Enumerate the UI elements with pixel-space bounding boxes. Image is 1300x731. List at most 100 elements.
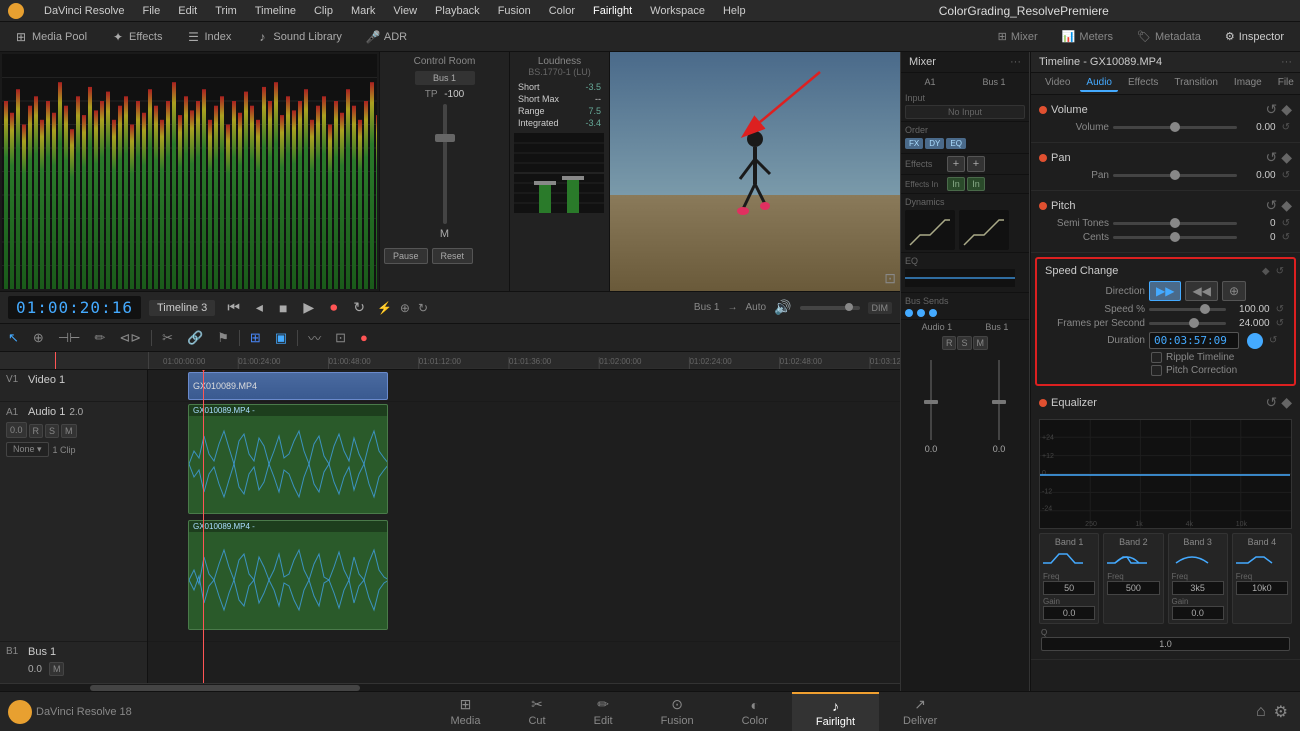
volume-slider-thumb[interactable] — [1170, 122, 1180, 132]
band-4-freq-input[interactable] — [1236, 581, 1288, 595]
timeline-name[interactable]: Timeline 3 — [149, 300, 215, 316]
speed-keyframe-btn[interactable]: ◆ — [1260, 266, 1272, 277]
menu-color[interactable]: Color — [541, 3, 583, 19]
fader-b1-handle[interactable] — [992, 400, 1006, 404]
b1-m-btn[interactable]: M — [49, 662, 65, 676]
tool-ripple[interactable]: ⊲⊳ — [115, 328, 145, 348]
transport-extra-1[interactable]: ⚡ — [377, 301, 392, 315]
fx-badge-fx[interactable]: FX — [905, 138, 923, 149]
nav-metadata[interactable]: 🏷 Metadata — [1129, 26, 1209, 47]
volume-param-reset[interactable]: ↺ — [1280, 122, 1292, 133]
menu-clip[interactable]: Clip — [306, 3, 341, 19]
tab-edit[interactable]: ✏ Edit — [570, 692, 637, 731]
a1-m-btn[interactable]: M — [61, 424, 77, 438]
pause-button[interactable]: Pause — [384, 248, 428, 264]
tab-audio[interactable]: Audio — [1080, 75, 1118, 92]
fx-badge-dy[interactable]: DY — [925, 138, 944, 149]
tool-blade-edit[interactable]: ⊕ — [29, 328, 48, 348]
pan-param-reset[interactable]: ↺ — [1280, 170, 1292, 181]
menu-workspace[interactable]: Workspace — [642, 3, 713, 19]
effects-in-b[interactable]: In — [967, 177, 985, 191]
menu-timeline[interactable]: Timeline — [247, 3, 304, 19]
ripple-checkbox[interactable] — [1151, 352, 1162, 363]
speed-percent-reset[interactable]: ↺ — [1274, 304, 1286, 315]
pitch-keyframe-btn[interactable]: ◆ — [1281, 197, 1292, 214]
reset-button[interactable]: Reset — [432, 248, 474, 264]
tab-deliver[interactable]: ↗ Deliver — [879, 692, 961, 731]
tool-extra[interactable]: ⊡ — [331, 328, 350, 348]
eq-keyframe-btn[interactable]: ◆ — [1281, 394, 1292, 411]
speed-reset-btn[interactable]: ↺ — [1274, 266, 1286, 277]
pan-reset-btn[interactable]: ↺ — [1265, 149, 1277, 166]
menu-trim[interactable]: Trim — [207, 3, 245, 19]
tab-cut[interactable]: ✂ Cut — [504, 692, 569, 731]
cents-reset[interactable]: ↺ — [1280, 232, 1292, 243]
dir-extra-btn[interactable]: ⊕ — [1222, 281, 1246, 301]
toolbar-adr[interactable]: 🎤 ADR — [360, 28, 413, 46]
effects-in-a[interactable]: In — [947, 177, 965, 191]
duration-input[interactable]: 00:03:57:09 — [1149, 332, 1239, 349]
tab-file[interactable]: File — [1272, 75, 1300, 92]
toolbar-index[interactable]: ☰ Index — [180, 28, 237, 46]
cents-thumb[interactable] — [1170, 232, 1180, 242]
volume-slider[interactable] — [1113, 126, 1237, 129]
transport-extra-3[interactable]: ↻ — [418, 301, 428, 315]
menu-view[interactable]: View — [385, 3, 425, 19]
audio-clip-2[interactable]: GX010089.MP4 - — [188, 520, 388, 630]
tab-color[interactable]: ◐ Color — [718, 692, 792, 731]
pan-keyframe-btn[interactable]: ◆ — [1281, 149, 1292, 166]
ch-m-btn[interactable]: M — [973, 336, 989, 350]
tab-media[interactable]: ⊞ Media — [427, 692, 505, 731]
tab-image[interactable]: Image — [1228, 75, 1268, 92]
audio-clip-1[interactable]: GX010089.MP4 - — [188, 404, 388, 514]
menu-fairlight[interactable]: Fairlight — [585, 3, 640, 19]
transport-stop[interactable]: ■ — [275, 298, 291, 318]
semi-tones-reset[interactable]: ↺ — [1280, 218, 1292, 229]
menu-file[interactable]: File — [135, 3, 169, 19]
eq-reset-btn[interactable]: ↺ — [1265, 394, 1277, 411]
transport-loop[interactable]: ↻ — [349, 297, 369, 318]
input-dropdown[interactable]: No Input — [905, 105, 1025, 119]
semi-tones-thumb[interactable] — [1170, 218, 1180, 228]
effects-add-btn[interactable]: + — [947, 156, 965, 172]
pan-slider-thumb[interactable] — [1170, 170, 1180, 180]
menu-edit[interactable]: Edit — [170, 3, 205, 19]
ch-s-btn[interactable]: S — [957, 336, 971, 350]
tab-effects[interactable]: Effects — [1122, 75, 1164, 92]
inspector-options-btn[interactable]: ··· — [1281, 56, 1292, 68]
control-room-fader-thumb[interactable] — [435, 134, 455, 142]
tool-draw[interactable]: ✏ — [90, 328, 109, 348]
duration-reset[interactable]: ↺ — [1267, 335, 1279, 346]
volume-keyframe-btn[interactable]: ◆ — [1281, 101, 1292, 118]
fx-badge-eq[interactable]: EQ — [946, 138, 966, 149]
menu-davinci[interactable]: DaVinci Resolve — [36, 3, 133, 19]
preview-settings-icon[interactable]: ⊡ — [884, 270, 896, 287]
timeline-scrollbar[interactable] — [0, 683, 900, 691]
toolbar-effects[interactable]: ✦ Effects — [105, 28, 168, 46]
settings-btn[interactable]: ⚙ — [1274, 702, 1288, 722]
menu-help[interactable]: Help — [715, 3, 754, 19]
transport-go-start[interactable]: ⏮ — [223, 297, 244, 318]
tool-trim[interactable]: ⊣⊢ — [54, 328, 85, 348]
tab-fusion[interactable]: ⊙ Fusion — [637, 692, 718, 731]
tool-dot[interactable]: ● — [356, 328, 372, 347]
a1-s-btn[interactable]: S — [45, 424, 59, 438]
q-input[interactable] — [1041, 637, 1290, 651]
tool-select[interactable]: ↖ — [4, 328, 23, 348]
nav-meters[interactable]: 📊 Meters — [1054, 26, 1121, 47]
a1-volume-btn[interactable]: 0.0 — [6, 422, 27, 438]
nav-inspector[interactable]: ⚙ Inspector — [1217, 26, 1292, 47]
volume-icon[interactable]: 🔊 — [774, 299, 791, 316]
ch-r-btn[interactable]: R — [942, 336, 957, 350]
band-1-freq-input[interactable] — [1043, 581, 1095, 595]
dir-forward-btn[interactable]: ▶▶ — [1149, 281, 1181, 301]
semi-tones-slider[interactable] — [1113, 222, 1237, 225]
transport-extra-2[interactable]: ⊕ — [400, 301, 410, 315]
toolbar-media-pool[interactable]: ⊞ Media Pool — [8, 28, 93, 46]
volume-reset-btn[interactable]: ↺ — [1265, 101, 1277, 118]
tab-fairlight[interactable]: ♪ Fairlight — [792, 692, 879, 731]
a1-none-dropdown[interactable]: None ▾ — [6, 442, 49, 457]
pan-slider[interactable] — [1113, 174, 1237, 177]
tool-link[interactable]: 🔗 — [183, 328, 207, 348]
tool-color[interactable]: ▣ — [271, 328, 291, 348]
